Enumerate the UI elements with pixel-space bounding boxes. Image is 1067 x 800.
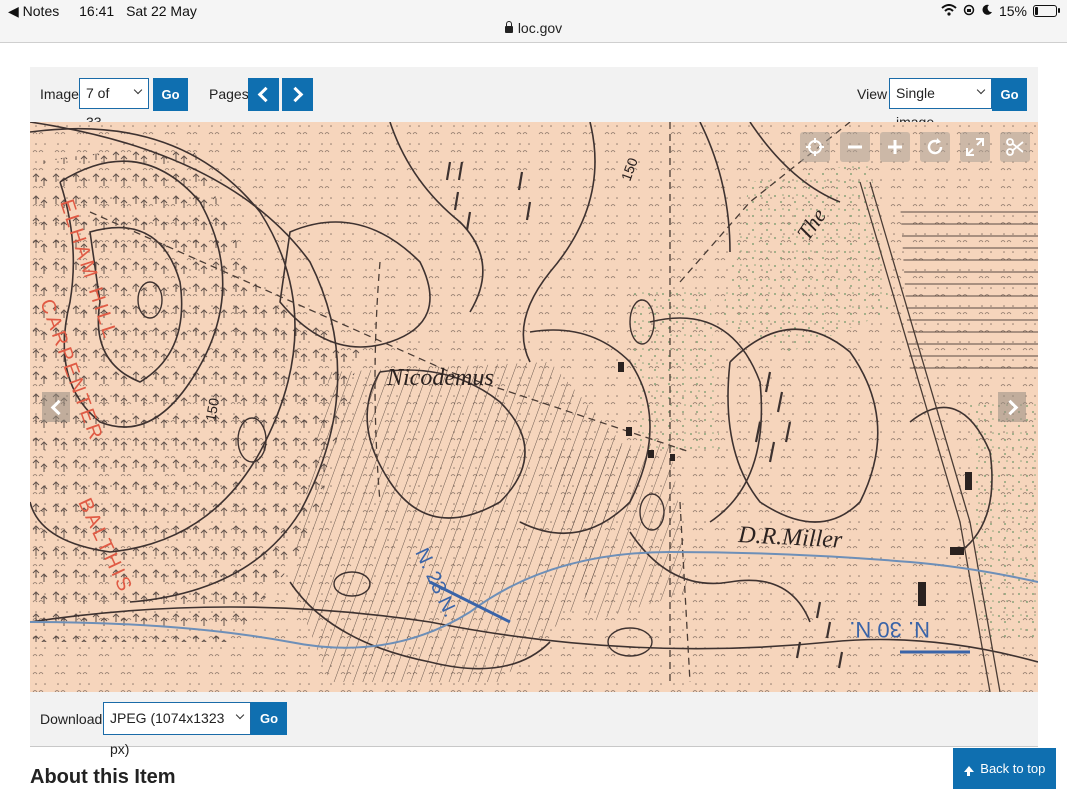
chevron-down-icon <box>133 85 143 95</box>
view-label: View <box>857 86 888 102</box>
battery-fill <box>1035 7 1038 15</box>
download-format-value: JPEG (1074x1323 px) <box>110 710 225 757</box>
address-bar[interactable]: loc.gov <box>0 20 1067 36</box>
rotate-icon <box>927 138 943 155</box>
battery-percent: 15% <box>998 3 1027 19</box>
download-format-select[interactable]: JPEG (1074x1323 px) <box>103 702 251 757</box>
lock-icon <box>504 21 513 33</box>
battery-icon <box>1033 5 1060 17</box>
download-label: Download <box>40 711 103 727</box>
download-bar: Download JPEG (1074x1323 px) Go <box>30 692 1038 757</box>
zoom-in-icon <box>888 140 902 154</box>
map-label: D.R.Miller <box>737 522 844 553</box>
map-image-viewer[interactable]: Nicodemus D.R.Miller The 150 150 ELHAM H… <box>30 122 1038 692</box>
status-left: ◀ Notes 16:41 Sat 22 May <box>8 3 205 20</box>
download-go-button[interactable]: Go <box>251 702 287 735</box>
next-page-button[interactable] <box>282 78 313 111</box>
map-label: N. 30 N. <box>849 617 930 642</box>
fullscreen-icon <box>966 138 984 156</box>
status-bar: ◀ Notes 16:41 Sat 22 May 15% loc.gov <box>0 0 1067 43</box>
back-to-top-label: Back to top <box>980 761 1046 776</box>
image-toolbar: Image 7 of 33 Go Pages View Single image… <box>30 67 1038 130</box>
home-icon <box>806 138 824 156</box>
arrow-up-icon <box>963 766 974 776</box>
chevron-down-icon <box>235 710 245 720</box>
home-button[interactable] <box>800 132 830 162</box>
status-time: 16:41 <box>79 3 115 19</box>
status-date: Sat 22 May <box>126 3 197 19</box>
back-app-label: Notes <box>22 3 60 19</box>
moon-icon <box>981 3 993 19</box>
image-select[interactable]: 7 of 33 <box>79 78 149 130</box>
previous-image-arrow[interactable] <box>42 392 70 422</box>
zoom-out-button[interactable] <box>840 132 870 162</box>
chevron-left-icon <box>257 86 274 103</box>
orientation-lock-icon <box>963 3 975 19</box>
fullscreen-button[interactable] <box>960 132 990 162</box>
section-title: About this Item <box>30 766 176 788</box>
back-to-app-link[interactable]: ◀ Notes <box>8 3 67 19</box>
crop-icon <box>1006 138 1024 156</box>
zoom-out-icon <box>848 145 862 149</box>
image-go-button[interactable]: Go <box>153 78 188 111</box>
back-to-top-button[interactable]: Back to top <box>953 748 1056 789</box>
chevron-down-icon <box>976 85 986 95</box>
pages-label: Pages <box>209 86 249 102</box>
next-image-arrow[interactable] <box>998 392 1026 422</box>
chevron-right-icon <box>287 86 304 103</box>
chevron-right-icon <box>1002 399 1019 416</box>
view-select[interactable]: Single image <box>889 78 992 130</box>
map-label: Nicodemus <box>386 365 494 391</box>
view-go-button[interactable]: Go <box>992 78 1027 111</box>
zoom-in-button[interactable] <box>880 132 910 162</box>
rotate-button[interactable] <box>920 132 950 162</box>
topographic-map: Nicodemus D.R.Miller The 150 150 ELHAM H… <box>30 122 1038 692</box>
chevron-left-icon <box>50 399 67 416</box>
previous-page-button[interactable] <box>248 78 279 111</box>
url-text: loc.gov <box>517 20 563 36</box>
crop-button[interactable] <box>1000 132 1030 162</box>
wifi-icon <box>941 3 957 19</box>
status-right: 15% <box>941 3 1060 19</box>
image-label: Image <box>40 86 79 102</box>
